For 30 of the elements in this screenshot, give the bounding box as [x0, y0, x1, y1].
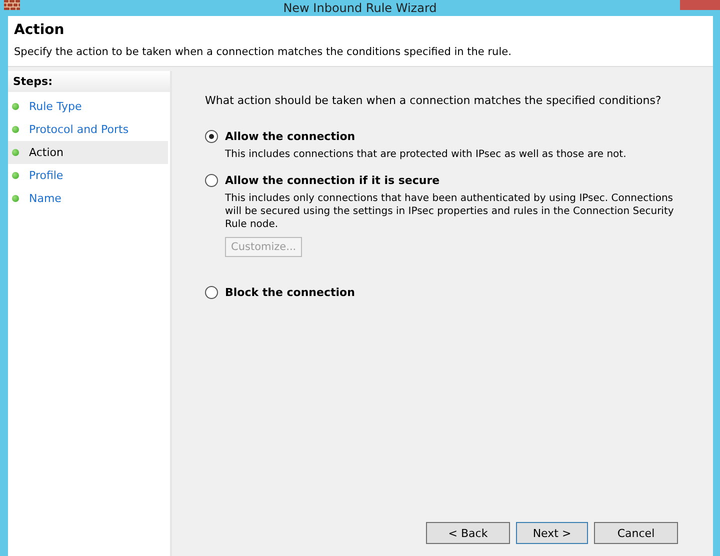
- status-dot-icon: [12, 103, 19, 110]
- step-item[interactable]: Protocol and Ports: [8, 118, 168, 141]
- status-dot-icon: [12, 195, 19, 202]
- firewall-icon: [4, 0, 20, 10]
- option-label: Allow the connection if it is secure: [225, 174, 440, 187]
- status-dot-icon: [12, 126, 19, 133]
- wizard-button[interactable]: Next >: [516, 522, 588, 544]
- step-item[interactable]: Action: [8, 141, 168, 164]
- status-dot-icon: [12, 172, 19, 179]
- wizard-button[interactable]: < Back: [426, 522, 510, 544]
- status-dot-icon: [12, 149, 19, 156]
- question-text: What action should be taken when a connection matches the specified conditions?: [205, 94, 662, 107]
- step-item[interactable]: Rule Type: [8, 95, 168, 118]
- radio-option[interactable]: Allow the connection if it is secure: [205, 174, 683, 187]
- radio-option[interactable]: Allow the connection: [205, 130, 683, 143]
- option-label: Block the connection: [225, 286, 355, 299]
- page-description: Specify the action to be taken when a connection matches the conditions specified in the rule.: [14, 46, 512, 58]
- step-item[interactable]: Profile: [8, 164, 168, 187]
- option-label: Allow the connection: [225, 130, 356, 143]
- option-description: This includes only connections that have been authenticated by using IPsec. Connections will be secured using the settings in IPsec properties and rules in the Connection Security Rule node.: [225, 192, 675, 231]
- wizard-button[interactable]: Cancel: [594, 522, 678, 544]
- step-item[interactable]: Name: [8, 187, 168, 210]
- radio-button[interactable]: [205, 130, 218, 143]
- radio-button[interactable]: [205, 174, 218, 187]
- radio-button[interactable]: [205, 286, 218, 299]
- page-title: Action: [14, 22, 66, 38]
- window-title: New Inbound Rule Wizard: [283, 1, 437, 15]
- option-description: This includes connections that are protected with IPsec as well as those are not.: [225, 148, 628, 161]
- radio-option[interactable]: Block the connection: [205, 286, 683, 299]
- steps-heading: Steps:: [8, 71, 170, 92]
